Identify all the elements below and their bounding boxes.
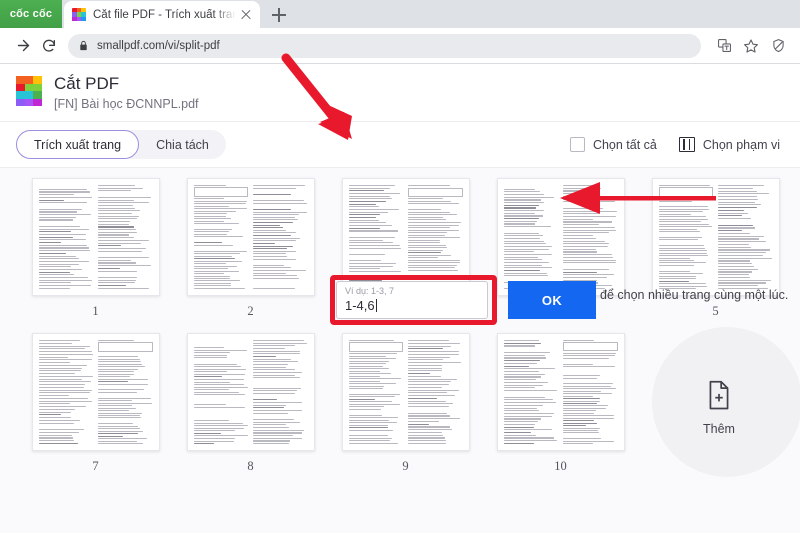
screenshot-root: cốc cốc Cắt file PDF - Trích xuất trang … (0, 0, 800, 533)
annotation-arrow-diagonal (281, 53, 352, 140)
annotation-layer (281, 53, 716, 214)
annotation-arrow-horizontal (560, 182, 716, 214)
